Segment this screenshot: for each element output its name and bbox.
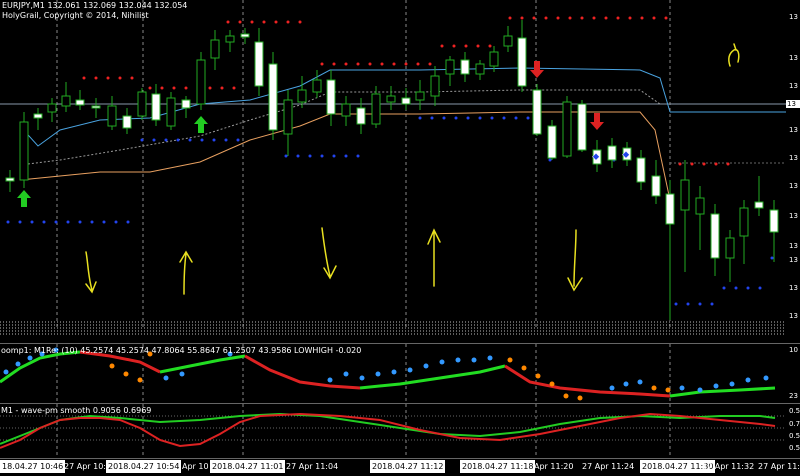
- osc-line-green: [159, 354, 246, 374]
- osc-dots: [3, 347, 769, 401]
- main-chart-window[interactable]: EURJPY,M1 132.061 132.069 132.044 132.05…: [0, 0, 800, 343]
- time-axis-label: Apr 11:20: [534, 462, 574, 471]
- price-axis-label: 13: [789, 82, 798, 90]
- price-axis-label: 13: [789, 284, 798, 292]
- indicator-info: HolyGrail, Copyright © 2014, Nihilist: [2, 11, 149, 20]
- up-arrow-icon: [194, 116, 208, 133]
- price-axis-label: 13: [789, 154, 798, 162]
- oscillator-window-2[interactable]: M1 - wave-pm smooth 0.9056 0.6969 0.5 0.…: [0, 403, 800, 459]
- time-axis-label: 2018.04.27 10:54: [106, 460, 182, 473]
- price-axis-label: 13: [789, 126, 798, 134]
- oscillator-1-scale-top: 10: [789, 346, 798, 354]
- oscillator-1-scale-bottom: 23: [789, 392, 798, 400]
- up-arrow-icon: [17, 190, 31, 207]
- price-axis-label: 13: [789, 13, 798, 21]
- osc-line-green: [669, 386, 776, 398]
- hand-up-arrow-icon: [427, 228, 441, 287]
- oscillator-2-scale: 0.5: [789, 432, 800, 440]
- current-price-tag: 13: [786, 100, 800, 108]
- symbol-info: EURJPY,M1 132.061 132.069 132.044 132.05…: [2, 1, 188, 10]
- wave-line-red: [0, 412, 776, 449]
- oscillator-2-scale: 0.7: [789, 420, 800, 428]
- price-axis-label: 13: [789, 256, 798, 264]
- osc-line-red: [244, 354, 361, 390]
- oscillator-1-title: oomp1: M1Re: (10) 45.2574 45.2574 47.806…: [1, 346, 362, 355]
- time-axis-label: 2018.04.27 11:12: [370, 460, 446, 473]
- price-axis-label: 13: [789, 182, 798, 190]
- osc-line-green: [0, 350, 81, 384]
- oscillator-2-scale: 0.5: [789, 407, 800, 415]
- down-arrow-icon: [530, 61, 544, 78]
- down-arrow-icon: [590, 113, 604, 130]
- time-axis-label: 18.04.27 10:46: [0, 460, 66, 473]
- hand-up-arrow-icon: [179, 250, 193, 295]
- time-axis-label: 27 Apr 11:24: [582, 462, 635, 471]
- osc-line-green: [359, 364, 506, 390]
- time-axis-label: 27 Apr 11:32: [702, 462, 755, 471]
- oscillator-window-1[interactable]: oomp1: M1Re: (10) 45.2574 45.2574 47.806…: [0, 343, 800, 404]
- price-axis-label: 13: [789, 312, 798, 320]
- hand-up-arrow-icon: [728, 43, 740, 67]
- price-axis-label: 13: [789, 54, 798, 62]
- price-chart-svg: [0, 0, 786, 335]
- time-axis-label: Apr 10: [182, 462, 209, 471]
- oscillator-2-scale: 0.5: [789, 444, 800, 452]
- hand-down-arrow-icon: [321, 227, 337, 280]
- osc-line-red: [504, 364, 671, 398]
- candles: [5, 20, 779, 320]
- oscillator-2-title: M1 - wave-pm smooth 0.9056 0.6969: [1, 406, 152, 415]
- hand-down-arrow-icon: [567, 229, 583, 292]
- time-axis-label: 2018.04.27 11:01: [210, 460, 286, 473]
- bottom-boundary: [0, 321, 786, 335]
- hand-down-arrow-icon: [85, 251, 97, 294]
- price-axis-label: 13: [789, 212, 798, 220]
- time-axis-label: 2018.04.27 11:18: [460, 460, 536, 473]
- time-axis-label: 27 Apr 11:: [758, 462, 800, 471]
- price-axis-label: 13: [789, 242, 798, 250]
- session-separators: [56, 0, 671, 330]
- time-axis-label: 27 Apr 11:04: [286, 462, 339, 471]
- time-axis[interactable]: 18.04.27 10:46 27 Apr 10:48 2018.04.27 1…: [0, 458, 800, 476]
